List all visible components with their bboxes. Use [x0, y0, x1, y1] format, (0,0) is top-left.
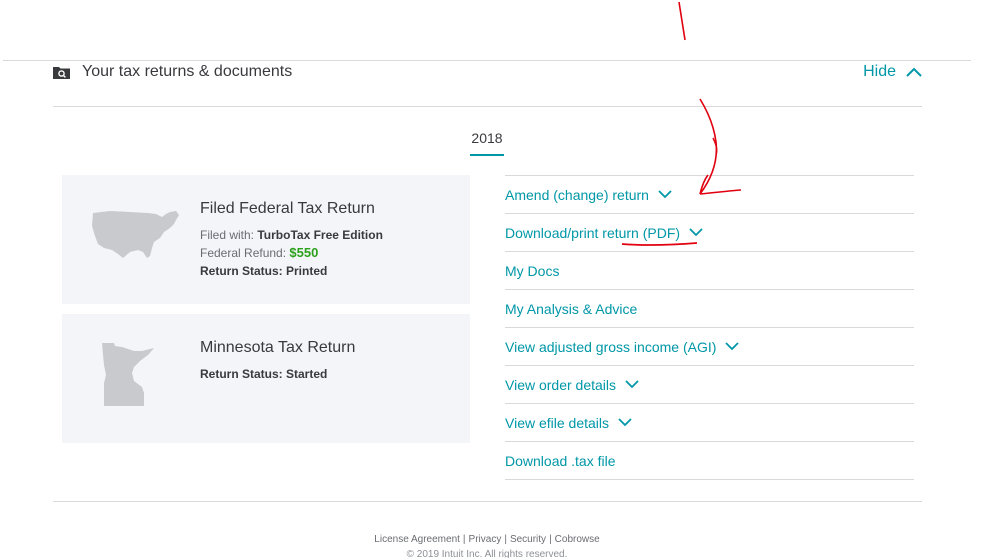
amend-return-label: Amend (change) return: [505, 186, 649, 203]
hide-label: Hide: [863, 63, 896, 80]
cobrowse-link[interactable]: Cobrowse: [555, 534, 600, 545]
tab-2018[interactable]: 2018: [470, 130, 504, 146]
minnesota-map-icon: [102, 343, 154, 406]
chevron-down-icon: [658, 190, 672, 199]
footer-separator: |: [462, 534, 466, 545]
chevron-up-icon: [906, 67, 922, 77]
my-analysis-advice-link[interactable]: My Analysis & Advice: [505, 289, 914, 327]
view-efile-details-label: View efile details: [505, 414, 610, 431]
footer-links: License Agreement | Privacy | Security | Cobro…: [0, 534, 974, 545]
federal-return-status: Return Status: Printed: [200, 264, 328, 278]
minnesota-return-card: Minnesota Tax Return Return Status: Star…: [62, 314, 470, 443]
amend-return-link[interactable]: Amend (change) return: [505, 175, 914, 213]
minnesota-return-details: Minnesota Tax Return Return Status: Star…: [200, 339, 355, 383]
view-order-details-label: View order details: [505, 376, 617, 393]
federal-refund-line: Federal Refund: $550: [200, 244, 383, 262]
tax-returns-page: Your tax returns & documents Hide 2018 F…: [0, 0, 999, 558]
chevron-down-icon: [625, 380, 639, 389]
filed-with-line: Filed with: TurboTax Free Edition: [200, 226, 383, 244]
view-efile-details-link[interactable]: View efile details: [505, 403, 914, 441]
copyright-text: © 2019 Intuit Inc. All rights reserved.: [406, 549, 568, 558]
section-header: Your tax returns & documents Hide: [53, 60, 922, 106]
my-docs-link[interactable]: My Docs: [505, 251, 914, 289]
download-tax-file-link[interactable]: Download .tax file: [505, 441, 914, 480]
chevron-down-icon: [618, 418, 632, 427]
minnesota-return-title: Minnesota Tax Return: [200, 339, 356, 356]
footer-separator: |: [549, 534, 552, 545]
annotation-stroke-top: [678, 1, 686, 41]
refund-label: Federal Refund:: [200, 246, 290, 260]
filed-with-value: TurboTax Free Edition: [257, 228, 383, 242]
return-actions-list: Amend (change) return Download/print ret…: [505, 175, 914, 480]
header-divider: [53, 106, 922, 107]
my-docs-label: My Docs: [505, 262, 560, 279]
minnesota-return-status: Return Status: Started: [200, 367, 328, 381]
usa-map-icon: [92, 211, 179, 258]
refund-amount: $550: [289, 245, 319, 260]
view-order-details-link[interactable]: View order details: [505, 365, 914, 403]
security-link[interactable]: Security: [510, 534, 546, 545]
download-print-return-link[interactable]: Download/print return (PDF): [505, 213, 914, 251]
federal-return-title: Filed Federal Tax Return: [200, 200, 375, 217]
federal-return-card: Filed Federal Tax Return Filed with: Tur…: [62, 175, 470, 304]
license-agreement-link[interactable]: License Agreement: [374, 534, 460, 545]
download-tax-file-label: Download .tax file: [505, 452, 616, 469]
view-agi-label: View adjusted gross income (AGI): [505, 338, 717, 355]
tab-active-underline: [470, 154, 504, 156]
annotation-arrow-tick: [712, 137, 718, 156]
bottom-divider: [53, 501, 922, 502]
my-analysis-advice-label: My Analysis & Advice: [505, 300, 638, 317]
privacy-link[interactable]: Privacy: [469, 534, 502, 545]
chevron-down-icon: [689, 228, 703, 237]
federal-return-details: Filed Federal Tax Return Filed with: Tur…: [200, 200, 383, 280]
section-title: Your tax returns & documents: [82, 63, 293, 80]
footer-separator: |: [504, 534, 507, 545]
view-agi-link[interactable]: View adjusted gross income (AGI): [505, 327, 914, 365]
chevron-down-icon: [725, 342, 740, 351]
folder-search-icon: [53, 67, 70, 79]
hide-button[interactable]: Hide: [863, 63, 922, 81]
filed-with-label: Filed with:: [200, 228, 258, 242]
download-print-return-label: Download/print return (PDF): [505, 224, 681, 241]
